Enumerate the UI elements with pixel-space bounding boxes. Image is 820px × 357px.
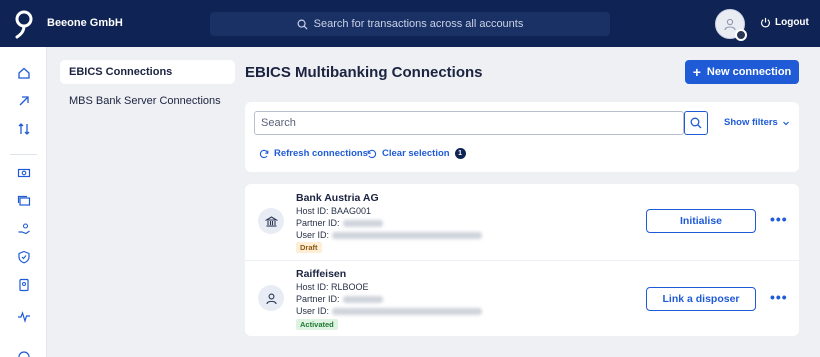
show-filters-label: Show filters: [724, 117, 778, 128]
host-id-value: RLBOOE: [331, 282, 369, 292]
search-input[interactable]: [254, 111, 684, 135]
user-id: User ID:: [296, 306, 483, 316]
search-button[interactable]: [684, 111, 708, 135]
list-item[interactable]: Raiffeisen Host ID: RLBOOE Partner ID: U…: [245, 260, 799, 336]
search-icon: [297, 19, 308, 30]
link-disposer-button[interactable]: Link a disposer: [646, 287, 756, 311]
transfer-icon[interactable]: [16, 121, 31, 136]
circle-icon[interactable]: [16, 349, 31, 357]
arrow-up-right-icon[interactable]: [16, 93, 31, 108]
power-icon: [761, 17, 770, 28]
new-connection-button[interactable]: + New connection: [685, 60, 799, 84]
hand-coin-icon[interactable]: [16, 221, 31, 236]
redacted-value: [342, 296, 383, 304]
user-id: User ID:: [296, 230, 483, 240]
reset-icon: [367, 149, 377, 158]
new-connection-label: New connection: [706, 66, 792, 78]
subnav-item-label: MBS Bank Server Connections: [69, 95, 221, 107]
host-id: Host ID: BAAG001: [296, 206, 372, 216]
user-icon: [258, 285, 284, 311]
partner-id: Partner ID:: [296, 294, 383, 304]
clear-selection-link[interactable]: Clear selection 1: [367, 148, 466, 159]
more-options-icon[interactable]: •••: [770, 289, 788, 305]
bank-name: Raiffeisen: [296, 268, 347, 280]
selection-count-badge: 1: [454, 148, 466, 159]
list-item[interactable]: Bank Austria AG Host ID: BAAG001 Partner…: [245, 184, 799, 260]
clear-selection-label: Clear selection: [382, 148, 450, 159]
initialise-button[interactable]: Initialise: [646, 209, 756, 233]
host-id: Host ID: RLBOOE: [296, 282, 369, 292]
refresh-icon: [259, 149, 269, 158]
rail-divider: [10, 154, 37, 155]
settings-badge: [735, 29, 747, 41]
user-icon: [724, 18, 736, 31]
cash-icon[interactable]: [16, 165, 31, 180]
host-id-value: BAAG001: [331, 206, 372, 216]
avatar[interactable]: [715, 9, 747, 41]
document-icon[interactable]: [16, 277, 31, 292]
redacted-value: [332, 232, 483, 240]
status-badge: Activated: [296, 319, 338, 330]
company-name[interactable]: Beeone GmbH: [47, 17, 123, 29]
logout-button[interactable]: Logout: [760, 17, 809, 28]
shield-icon[interactable]: [16, 249, 31, 264]
home-icon[interactable]: [16, 65, 31, 80]
subnav-item-ebics[interactable]: EBICS Connections: [60, 60, 235, 84]
top-bar: Beeone GmbH Search for transactions acro…: [0, 0, 820, 47]
logout-label: Logout: [775, 17, 809, 28]
bank-icon: [258, 208, 284, 234]
search-icon: [690, 117, 702, 129]
plus-icon: +: [692, 64, 701, 80]
subnav-item-mbs[interactable]: MBS Bank Server Connections: [60, 89, 235, 113]
bank-name: Bank Austria AG: [296, 192, 379, 204]
status-badge: Draft: [296, 242, 322, 253]
page-title: EBICS Multibanking Connections: [245, 64, 483, 81]
filter-panel: Show filters Refresh connections Clear s…: [245, 102, 799, 172]
activity-icon[interactable]: [16, 309, 31, 324]
global-search-placeholder: Search for transactions across all accou…: [313, 18, 524, 30]
more-options-icon[interactable]: •••: [770, 211, 788, 227]
connections-list: Bank Austria AG Host ID: BAAG001 Partner…: [245, 184, 799, 336]
refresh-connections-link[interactable]: Refresh connections: [259, 148, 368, 159]
sub-navigation: EBICS Connections MBS Bank Server Connec…: [47, 47, 245, 357]
subnav-item-label: EBICS Connections: [69, 66, 173, 78]
cards-icon[interactable]: [16, 193, 31, 208]
icon-rail: [0, 47, 47, 357]
partner-id: Partner ID:: [296, 218, 383, 228]
brand-logo[interactable]: [13, 9, 35, 39]
global-search[interactable]: Search for transactions across all accou…: [210, 12, 610, 36]
show-filters-toggle[interactable]: Show filters: [724, 117, 790, 128]
refresh-label: Refresh connections: [274, 148, 368, 159]
chevron-down-icon: [782, 121, 789, 125]
redacted-value: [342, 220, 383, 228]
redacted-value: [332, 308, 483, 316]
